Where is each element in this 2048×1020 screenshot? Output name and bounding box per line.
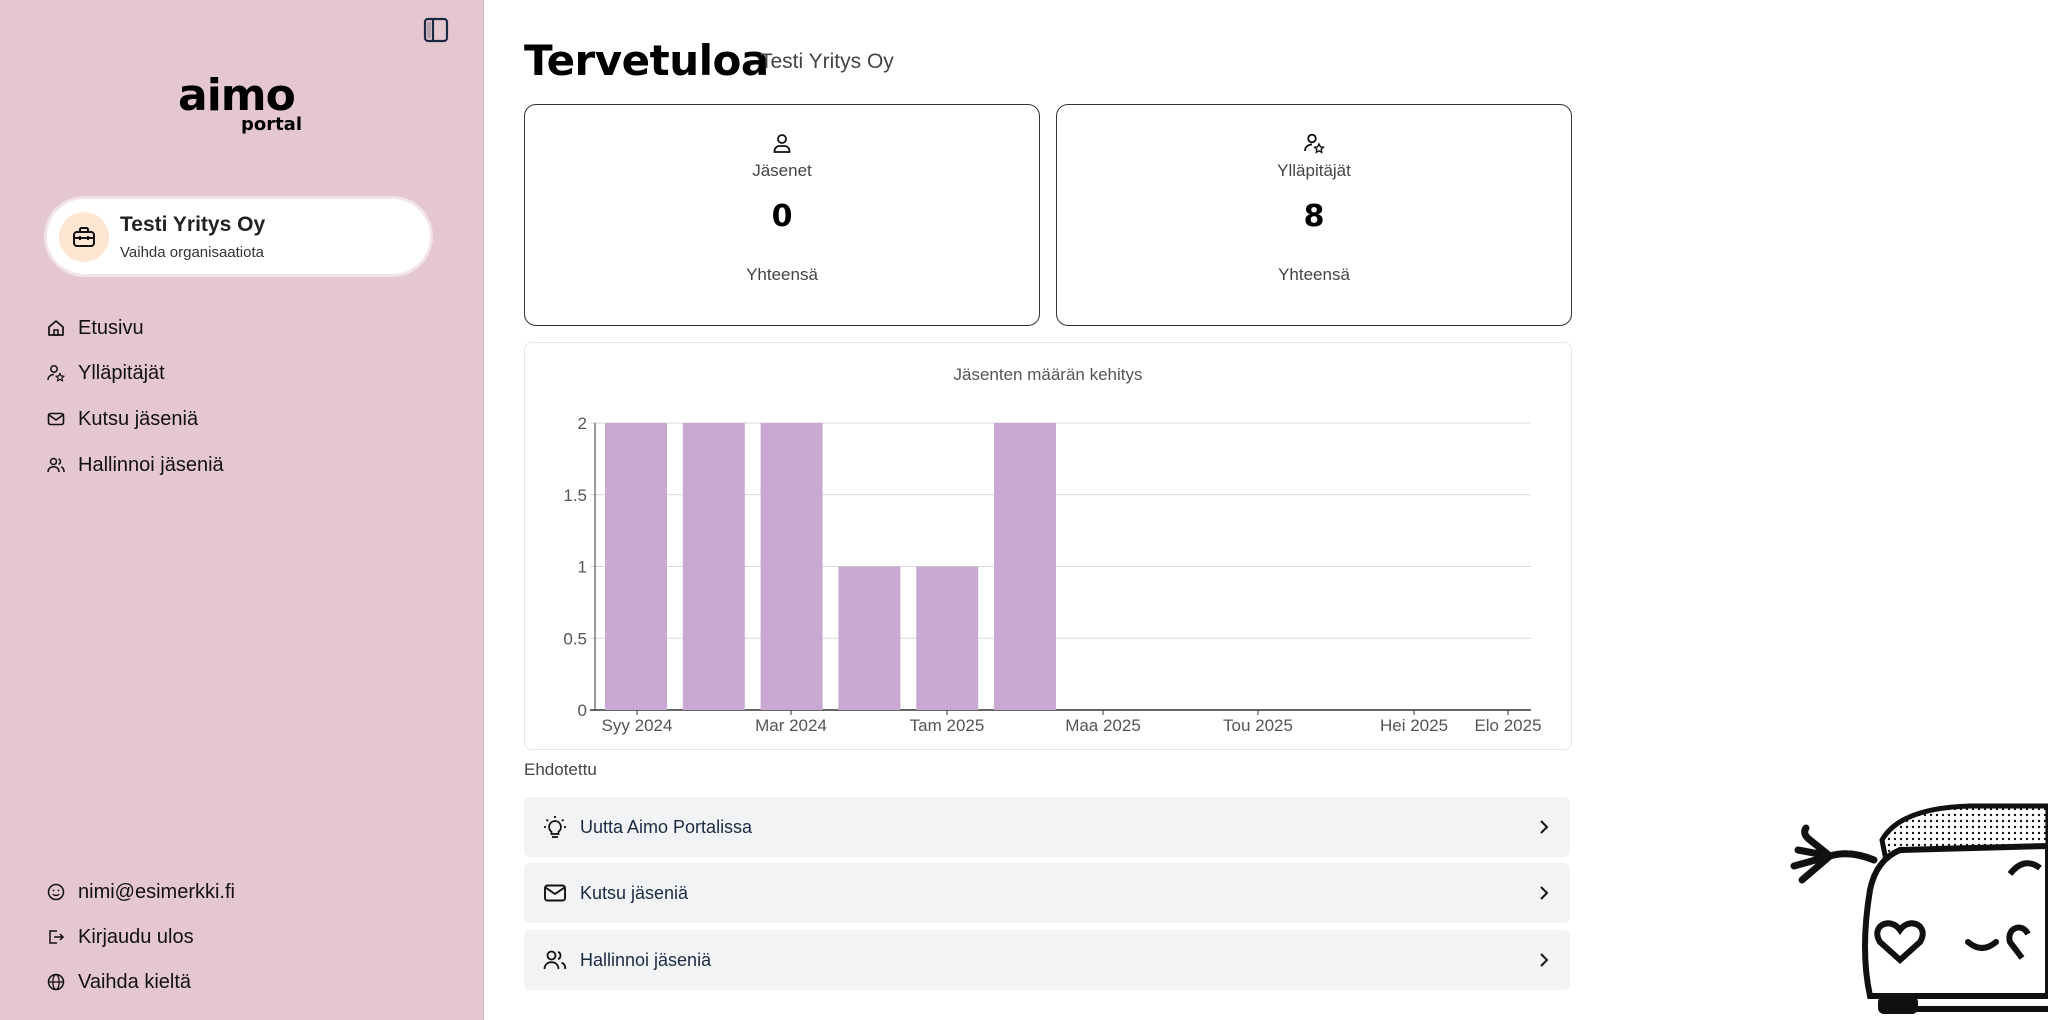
stat-caption: Yhteensä xyxy=(746,265,818,284)
chart-bar xyxy=(605,423,667,710)
y-tick-label: 1 xyxy=(578,558,587,577)
x-tick-label: Maa 2025 xyxy=(1065,716,1141,735)
x-tick-label: Syy 2024 xyxy=(602,716,673,735)
page-title: Tervetuloa xyxy=(524,36,769,85)
chevron-right-icon xyxy=(1540,953,1549,967)
smile-icon xyxy=(47,883,65,901)
nav-item-kutsu[interactable]: Kutsu jäseniä xyxy=(46,404,198,434)
nav-label: Kutsu jäseniä xyxy=(78,407,199,430)
logout-label: Kirjaudu ulos xyxy=(78,925,194,948)
suggestions-heading: Ehdotettu xyxy=(524,760,597,779)
user-email-item[interactable]: nimi@esimerkki.fi xyxy=(46,877,235,907)
users-icon xyxy=(543,950,567,970)
logout-item[interactable]: Kirjaudu ulos xyxy=(46,922,194,952)
logo-word: aimo xyxy=(178,70,296,121)
users-icon xyxy=(47,457,65,473)
user-star-icon xyxy=(1304,133,1325,154)
mail-icon xyxy=(544,884,566,902)
x-tick-label: Elo 2025 xyxy=(1474,716,1541,735)
x-tick-label: Tam 2025 xyxy=(910,716,985,735)
nav-item-etusivu[interactable]: Etusivu xyxy=(46,313,144,343)
chart-bar xyxy=(994,423,1056,710)
nav-label: Hallinnoi jäseniä xyxy=(78,453,224,476)
stat-value: 0 xyxy=(771,199,793,234)
suggestion-label: Hallinnoi jäseniä xyxy=(580,949,712,970)
lightbulb-icon xyxy=(544,816,566,838)
stat-label: Ylläpitäjät xyxy=(1277,161,1351,180)
logo-sub: portal xyxy=(240,114,302,135)
org-name: Testi Yritys Oy xyxy=(120,213,266,236)
chart-bar xyxy=(760,423,823,710)
nav-item-hallinnoi[interactable]: Hallinnoi jäseniä xyxy=(46,450,224,480)
chart-bar xyxy=(838,566,901,710)
sidebar: aimo portal Testi Yritys Oy Vaihda organ… xyxy=(0,0,484,1020)
chart-bar xyxy=(916,566,979,710)
stat-card-admins: Ylläpitäjät 8 Yhteensä xyxy=(1056,104,1572,326)
language-item[interactable]: Vaihda kieltä xyxy=(46,967,191,997)
stat-card-members: Jäsenet 0 Yhteensä xyxy=(524,104,1040,326)
suggestion-invite[interactable]: Kutsu jäseniä xyxy=(524,863,1570,923)
language-label: Vaihda kieltä xyxy=(78,970,192,993)
org-switcher[interactable]: Testi Yritys Oy Vaihda organisaatiota xyxy=(47,199,430,274)
stat-value: 8 xyxy=(1303,199,1325,234)
briefcase-icon xyxy=(59,212,109,262)
member-chart-card: Jäsenten määrän kehitys 0 0.5 1 1.5 2 Syy 202… xyxy=(524,342,1572,750)
nav-label: Ylläpitäjät xyxy=(78,361,165,384)
sidebar-toggle-icon[interactable] xyxy=(422,16,450,44)
member-chart: 0 0.5 1 1.5 2 Syy 2024 Mar 2024 Tam 2025 Maa 202… xyxy=(563,414,1541,735)
chevron-right-icon xyxy=(1540,820,1549,834)
x-tick-label: Tou 2025 xyxy=(1223,716,1293,735)
y-tick-label: 1.5 xyxy=(563,486,587,505)
x-tick-label: Mar 2024 xyxy=(755,716,827,735)
chart-bar xyxy=(682,423,745,710)
org-switch-label: Vaihda organisaatiota xyxy=(120,244,264,261)
stat-label: Jäsenet xyxy=(752,161,812,180)
chevron-right-icon xyxy=(1540,886,1549,900)
suggestion-whats-new[interactable]: Uutta Aimo Portalissa xyxy=(524,797,1570,857)
logout-icon xyxy=(49,930,65,944)
aimo-logo[interactable]: aimo portal xyxy=(178,70,302,136)
stat-caption: Yhteensä xyxy=(1278,265,1350,284)
nav-item-yllapitajat[interactable]: Ylläpitäjät xyxy=(46,358,165,388)
car-mascot-illustration xyxy=(1790,803,2048,1014)
suggestion-label: Kutsu jäseniä xyxy=(580,882,689,903)
x-tick-label: Hei 2025 xyxy=(1380,716,1448,735)
user-icon xyxy=(773,134,791,153)
suggestion-label: Uutta Aimo Portalissa xyxy=(580,816,753,837)
user-star-icon xyxy=(47,365,66,382)
home-icon xyxy=(48,320,64,336)
mail-icon xyxy=(47,412,65,426)
user-email: nimi@esimerkki.fi xyxy=(78,880,235,903)
y-tick-label: 0.5 xyxy=(563,629,587,648)
page-subtitle-org: Testi Yritys Oy xyxy=(760,50,894,73)
nav-label: Etusivu xyxy=(78,316,144,339)
y-tick-label: 2 xyxy=(578,414,587,433)
suggestion-manage[interactable]: Hallinnoi jäseniä xyxy=(524,930,1570,990)
y-tick-label: 0 xyxy=(578,701,587,720)
globe-icon xyxy=(47,973,65,991)
